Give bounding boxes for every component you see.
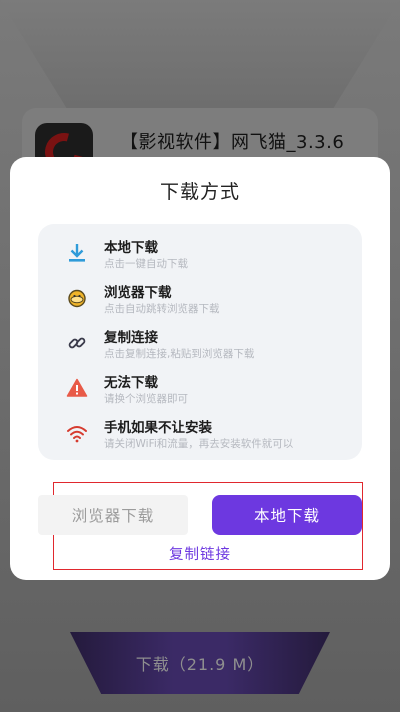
local-download-button[interactable]: 本地下载 <box>212 495 362 535</box>
download-info-list: 本地下载 点击一键自动下载 浏览器下载 点击自动跳转浏览器下载 复制连接 点击复… <box>38 224 362 460</box>
item-title: 复制连接 <box>104 330 158 346</box>
warning-icon <box>64 375 90 401</box>
download-method-dialog: 下载方式 本地下载 点击一键自动下载 浏览器下载 点击自动跳转浏览器下载 复制连… <box>10 157 390 580</box>
browser-download-button[interactable]: 浏览器下载 <box>38 495 188 535</box>
list-item-local-download: 本地下载 点击一键自动下载 <box>38 234 362 274</box>
list-item-browser-download: 浏览器下载 点击自动跳转浏览器下载 <box>38 279 362 319</box>
app-title: 【影视软件】网飞猫_3.3.6 <box>120 132 345 153</box>
item-description: 请关闭WiFi和流量，再去安装软件就可以 <box>104 438 294 450</box>
download-icon <box>64 240 90 266</box>
dialog-title: 下载方式 <box>159 181 240 203</box>
link-icon <box>64 330 90 356</box>
item-title: 本地下载 <box>104 240 158 256</box>
list-item-install-blocked: 手机如果不让安装 请关闭WiFi和流量，再去安装软件就可以 <box>38 414 362 454</box>
list-item-copy-link: 复制连接 点击复制连接,粘贴到浏览器下载 <box>38 324 362 364</box>
browser-icon <box>64 285 90 311</box>
download-size-button[interactable]: 下载（21.9 M） <box>70 632 330 694</box>
copy-link-button[interactable]: 复制链接 <box>10 543 390 564</box>
list-item-cannot-download: 无法下载 请换个浏览器即可 <box>38 369 362 409</box>
item-description: 点击复制连接,粘贴到浏览器下载 <box>104 348 255 360</box>
item-description: 请换个浏览器即可 <box>104 393 188 405</box>
item-title: 浏览器下载 <box>104 285 172 301</box>
item-description: 点击一键自动下载 <box>104 258 188 270</box>
item-description: 点击自动跳转浏览器下载 <box>104 303 220 315</box>
wifi-icon <box>64 420 90 446</box>
item-title: 无法下载 <box>104 375 158 391</box>
item-title: 手机如果不让安装 <box>104 420 212 436</box>
